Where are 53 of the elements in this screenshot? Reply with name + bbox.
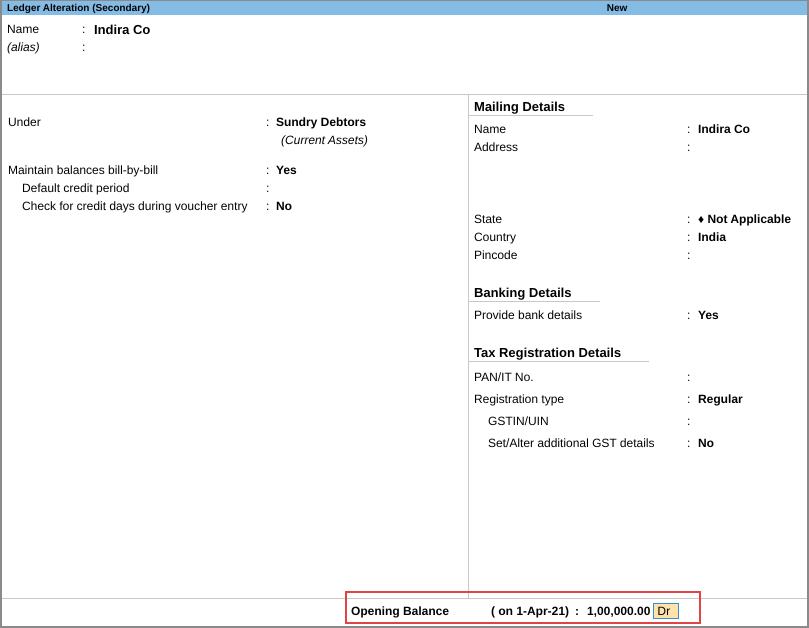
colon: :	[687, 139, 692, 156]
section-heading: Mailing Details	[469, 99, 594, 116]
section-heading: Tax Registration Details	[469, 345, 650, 362]
field-label: Pincode	[474, 247, 518, 264]
field-label: Registration type	[474, 391, 566, 408]
field-value[interactable]: Yes	[698, 306, 807, 324]
group-note: (Current Assets)	[280, 132, 369, 149]
colon: :	[266, 162, 270, 179]
field-label: State	[474, 211, 504, 228]
colon: :	[687, 391, 692, 408]
field-value[interactable]: Sundry Debtors	[276, 113, 468, 131]
dr-cr-field[interactable]: Dr	[653, 603, 680, 619]
section-heading: Banking Details	[469, 285, 600, 302]
colon: :	[687, 121, 692, 138]
colon: :	[687, 307, 692, 324]
balance-amount[interactable]: 1,00,000.00	[587, 604, 650, 618]
colon: :	[266, 198, 270, 215]
colon: :	[687, 369, 692, 386]
colon: :	[687, 229, 692, 246]
colon: :	[687, 435, 692, 452]
colon: :	[575, 604, 579, 618]
field-label: Under	[8, 114, 42, 131]
field-value[interactable]: India	[698, 228, 807, 246]
colon: :	[687, 247, 692, 264]
field-value[interactable]: No	[276, 197, 468, 215]
mode-label: New	[606, 2, 628, 14]
balance-date: ( on 1-Apr-21)	[491, 604, 569, 618]
field-label: Address	[474, 139, 520, 156]
window-title: Ledger Alteration (Secondary)	[6, 2, 151, 14]
field-label: Set/Alter additional GST details	[487, 435, 656, 452]
ledger-name[interactable]: Indira Co	[94, 22, 802, 36]
field-label: Default credit period	[21, 180, 130, 197]
colon: :	[687, 211, 692, 228]
field-label: PAN/IT No.	[474, 369, 535, 386]
colon: :	[82, 40, 86, 54]
field-label: Name	[7, 22, 40, 36]
colon: :	[266, 180, 270, 197]
field-label: GSTIN/UIN	[487, 413, 550, 430]
field-label: Provide bank details	[474, 307, 584, 324]
field-value[interactable]: Yes	[276, 161, 468, 179]
field-label: Maintain balances bill-by-bill	[8, 162, 160, 179]
field-label: Name	[474, 121, 508, 138]
field-label: (alias)	[7, 40, 41, 54]
colon: :	[687, 413, 692, 430]
field-value[interactable]: ♦ Not Applicable	[698, 210, 807, 228]
field-label: Check for credit days during voucher entry	[21, 198, 248, 215]
field-label: Opening Balance	[351, 604, 450, 618]
field-label: Country	[474, 229, 518, 246]
field-value[interactable]: Regular	[698, 388, 807, 410]
colon: :	[82, 22, 86, 36]
field-value[interactable]: No	[698, 432, 807, 454]
colon: :	[266, 114, 270, 131]
field-value[interactable]: Indira Co	[698, 120, 807, 138]
